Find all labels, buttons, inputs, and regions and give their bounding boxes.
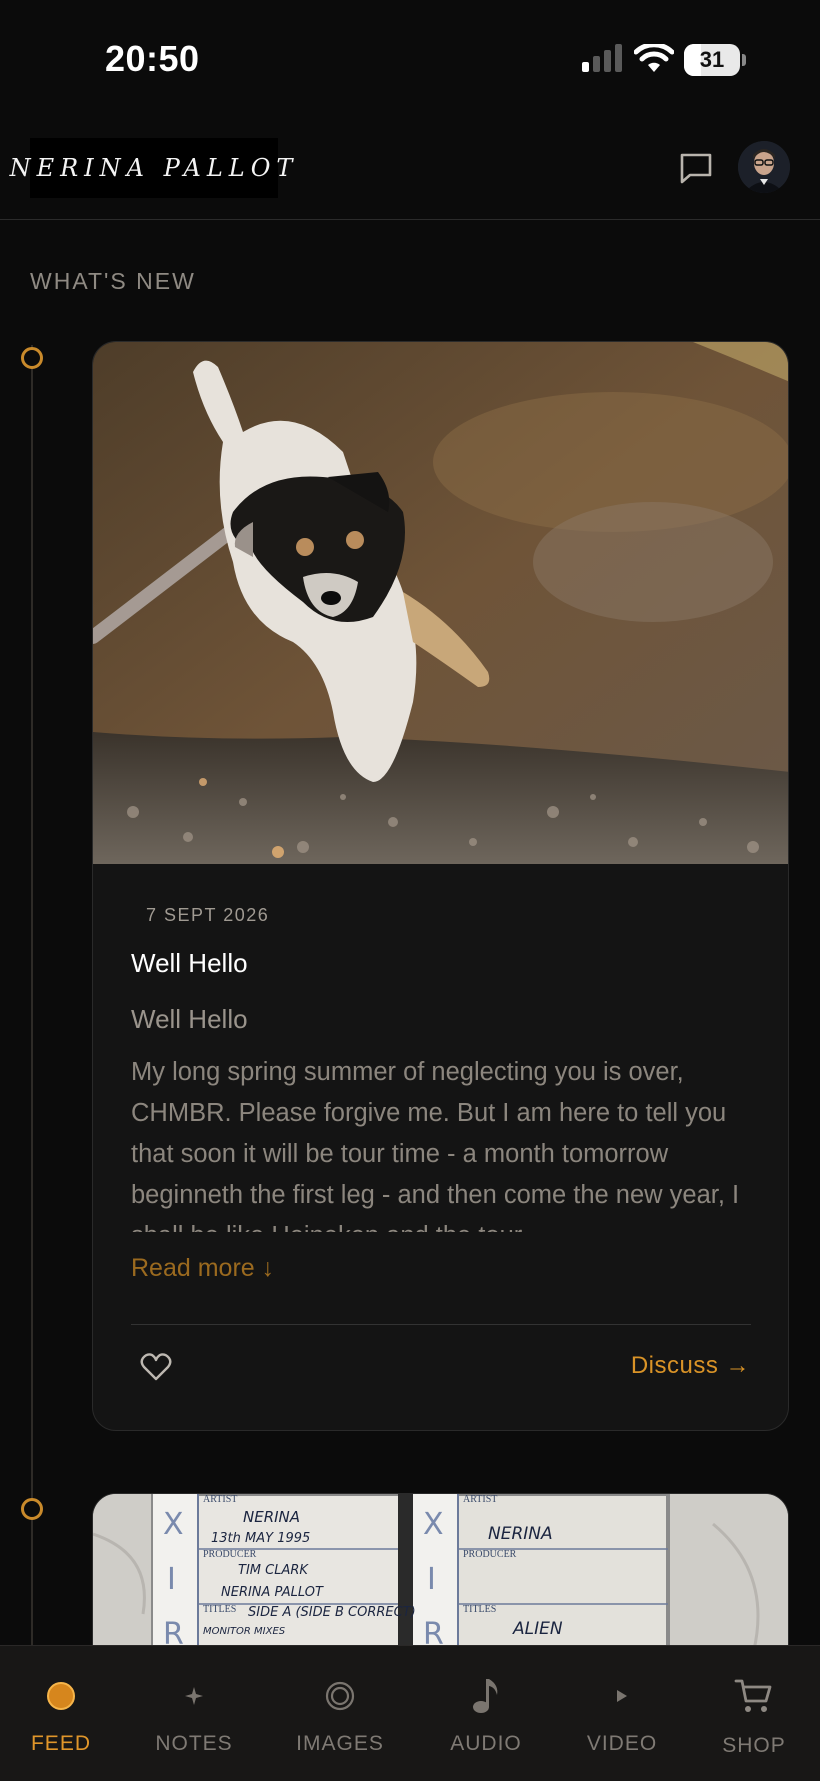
tape-date: 13th MAY 1995	[211, 1531, 310, 1546]
logo-text: NERINA PALLOT	[9, 154, 299, 182]
play-icon	[602, 1676, 642, 1716]
svg-text:X: X	[163, 1507, 184, 1542]
svg-text:I: I	[167, 1562, 176, 1597]
post-body: My long spring summer of neglecting you …	[131, 1058, 740, 1232]
timeline-dot	[21, 347, 43, 369]
tape-label-artist: ARTIST	[203, 1494, 237, 1505]
nav-label: AUDIO	[450, 1732, 522, 1755]
tape-artist: NERINA	[488, 1524, 553, 1544]
nav-label: NOTES	[155, 1732, 233, 1755]
tape-label-titles: TITLES	[463, 1604, 496, 1615]
tape-label-artist: ARTIST	[463, 1494, 497, 1505]
status-bar: 20:50 31	[0, 0, 820, 120]
section-title-whats-new: WHAT'S NEW	[30, 268, 196, 294]
sparkle-icon	[174, 1676, 214, 1716]
wifi-icon	[634, 44, 674, 72]
battery-icon: 31	[684, 44, 746, 76]
tape-artist: NERINA	[243, 1508, 300, 1526]
nav-label: VIDEO	[586, 1732, 658, 1755]
bottom-nav: FEED NOTES IMAGES AUDIO VIDEO SHOP	[0, 1645, 820, 1781]
avatar-image	[738, 141, 790, 193]
post-date: 7 SEPT 2026	[146, 905, 270, 925]
ring-icon	[320, 1676, 360, 1716]
tape-label-producer: PRODUCER	[463, 1549, 517, 1560]
cellular-signal-icon	[582, 44, 622, 72]
nav-item-video[interactable]: VIDEO	[562, 1646, 682, 1781]
user-avatar[interactable]	[738, 141, 790, 193]
post-card: 7 SEPT 2026 Well Hello Well Hello My lon…	[92, 341, 789, 1431]
card-divider	[131, 1324, 751, 1325]
nav-item-images[interactable]: IMAGES	[280, 1646, 400, 1781]
post-subtitle: Well Hello	[131, 1004, 248, 1034]
post-title[interactable]: Well Hello	[131, 948, 248, 979]
brand-logo[interactable]: NERINA PALLOT	[10, 138, 292, 198]
nav-item-notes[interactable]: NOTES	[134, 1646, 254, 1781]
cart-icon	[734, 1676, 774, 1716]
music-note-icon	[466, 1676, 506, 1716]
tape-producer: TIM CLARK	[238, 1563, 309, 1578]
nav-label: SHOP	[722, 1734, 786, 1757]
svg-text:X: X	[423, 1507, 444, 1542]
app-header: NERINA PALLOT	[0, 120, 820, 220]
read-more-link[interactable]: Read more ↓	[131, 1254, 274, 1283]
timeline-line	[31, 345, 33, 1645]
nav-item-shop[interactable]: SHOP	[694, 1646, 814, 1781]
tape-producer: NERINA PALLOT	[221, 1585, 324, 1600]
heart-icon[interactable]	[139, 1350, 173, 1384]
nav-item-feed[interactable]: FEED	[1, 1646, 121, 1781]
discuss-button[interactable]: Discuss →	[631, 1352, 750, 1380]
timeline-dot	[21, 1498, 43, 1520]
svg-text:I: I	[427, 1562, 436, 1597]
tape-titles: MONITOR MIXES	[203, 1626, 286, 1637]
tape-label-producer: PRODUCER	[203, 1549, 257, 1560]
battery-percentage: 31	[699, 47, 725, 72]
post-image-dog[interactable]	[93, 342, 789, 864]
nav-item-audio[interactable]: AUDIO	[426, 1646, 546, 1781]
tape-titles: ALIEN	[512, 1619, 563, 1639]
messages-button[interactable]	[676, 148, 716, 188]
feed-dot-icon	[41, 1676, 81, 1716]
chat-bubble-icon	[680, 153, 712, 184]
tape-label-titles: TITLES	[203, 1604, 236, 1615]
tape-titles: SIDE A (SIDE B CORRECT)	[248, 1605, 416, 1620]
nav-label: IMAGES	[296, 1732, 384, 1755]
nav-label: FEED	[30, 1732, 91, 1755]
status-time: 20:50	[105, 38, 200, 79]
